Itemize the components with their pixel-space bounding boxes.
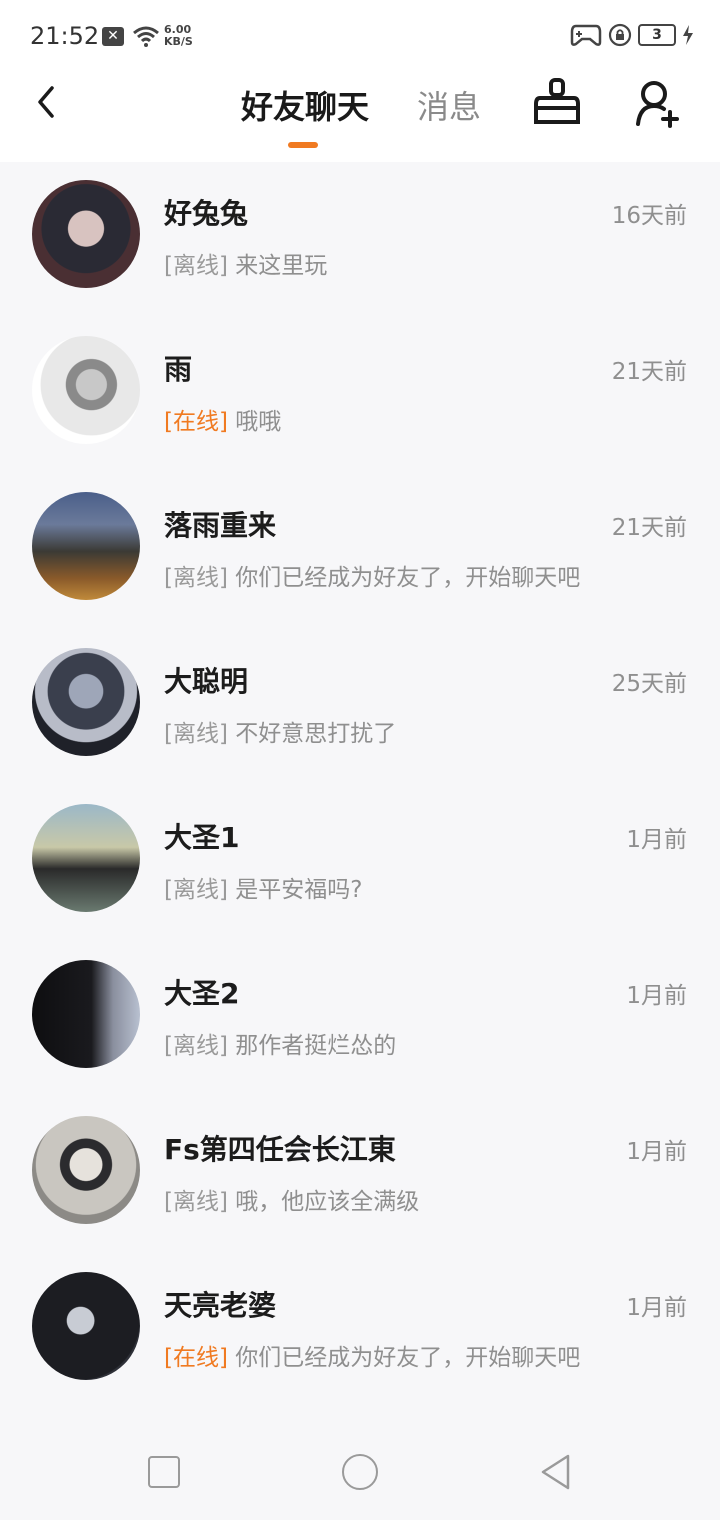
avatar[interactable]	[32, 336, 140, 444]
message-preview: [离线] 哦，他应该全满级	[164, 1182, 419, 1216]
last-message: 你们已经成为好友了，开始聊天吧	[235, 565, 581, 591]
top-navigation: 好友聊天 消息	[0, 72, 720, 162]
chat-list: 好兔兔 16天前 [离线] 来这里玩 雨 21天前 [在线] 哦哦 落雨重来 2…	[0, 162, 720, 1410]
message-preview: [离线] 是平安福吗?	[164, 870, 362, 904]
last-message-time: 16天前	[611, 203, 687, 229]
last-message-time: 21天前	[611, 515, 687, 541]
avatar[interactable]	[32, 804, 140, 912]
online-status: [在线]	[164, 409, 228, 435]
status-bar: 21:52 ✕ 6.00 KB/S 3	[0, 0, 720, 72]
net-speed: 6.00 KB/S	[164, 24, 193, 48]
last-message: 不好意思打扰了	[235, 721, 397, 747]
contact-name: 天亮老婆	[164, 1289, 277, 1322]
lock-rotation-icon	[608, 23, 632, 47]
recent-apps-icon[interactable]	[148, 1456, 180, 1488]
notification-x-icon: ✕	[102, 27, 124, 46]
online-status: [离线]	[164, 253, 228, 279]
last-message-time: 1月前	[626, 1295, 687, 1321]
chat-item[interactable]: 大圣2 1月前 [离线] 那作者挺烂怂的	[0, 942, 720, 1098]
online-status: [离线]	[164, 565, 228, 591]
avatar[interactable]	[32, 492, 140, 600]
last-message-time: 1月前	[626, 983, 687, 1009]
active-tab-indicator	[288, 142, 318, 148]
back-arrow-icon[interactable]	[28, 80, 68, 124]
message-preview: [离线] 那作者挺烂怂的	[164, 1026, 396, 1060]
last-message: 你们已经成为好友了，开始聊天吧	[235, 1345, 581, 1371]
contact-name: 大聪明	[164, 665, 249, 698]
online-status: [离线]	[164, 721, 228, 747]
contact-name: 大圣2	[164, 977, 240, 1010]
avatar[interactable]	[32, 1272, 140, 1380]
last-message: 来这里玩	[235, 253, 328, 279]
chat-item[interactable]: 大圣1 1月前 [离线] 是平安福吗?	[0, 786, 720, 942]
online-status: [离线]	[164, 1033, 228, 1059]
contact-name: 大圣1	[164, 821, 240, 854]
chat-item[interactable]: 天亮老婆 1月前 [在线] 你们已经成为好友了，开始聊天吧	[0, 1254, 720, 1410]
contact-name: 好兔兔	[164, 197, 249, 230]
chat-item[interactable]: 好兔兔 16天前 [离线] 来这里玩	[0, 162, 720, 318]
last-message-time: 1月前	[626, 1139, 687, 1165]
avatar[interactable]	[32, 648, 140, 756]
chat-item[interactable]: Fs第四任会长江東 1月前 [离线] 哦，他应该全满级	[0, 1098, 720, 1254]
gamepad-icon	[570, 24, 602, 46]
chat-item[interactable]: 落雨重来 21天前 [离线] 你们已经成为好友了，开始聊天吧	[0, 474, 720, 630]
last-message: 哦哦	[235, 409, 282, 435]
home-icon[interactable]	[342, 1454, 378, 1490]
status-time: 21:52	[30, 22, 100, 50]
wifi-icon	[133, 26, 159, 47]
message-preview: [离线] 你们已经成为好友了，开始聊天吧	[164, 558, 580, 592]
avatar[interactable]	[32, 1116, 140, 1224]
avatar[interactable]	[32, 180, 140, 288]
last-message: 那作者挺烂怂的	[235, 1033, 397, 1059]
contact-name: 雨	[164, 353, 193, 386]
online-status: [离线]	[164, 1189, 228, 1215]
tab-friend-chat[interactable]: 好友聊天	[241, 82, 369, 128]
contact-name: 落雨重来	[164, 509, 277, 542]
last-message: 是平安福吗?	[235, 877, 363, 903]
battery-indicator: 3	[638, 24, 676, 46]
message-preview: [离线] 不好意思打扰了	[164, 714, 396, 748]
charging-bolt-icon	[683, 25, 693, 45]
last-message-time: 21天前	[611, 359, 687, 385]
contact-name: Fs第四任会长江東	[164, 1133, 396, 1166]
message-preview: [离线] 来这里玩	[164, 246, 327, 280]
last-message-time: 25天前	[611, 671, 687, 697]
chat-item[interactable]: 雨 21天前 [在线] 哦哦	[0, 318, 720, 474]
last-message-time: 1月前	[626, 827, 687, 853]
avatar[interactable]	[32, 960, 140, 1068]
chat-item[interactable]: 大聪明 25天前 [离线] 不好意思打扰了	[0, 630, 720, 786]
add-friend-icon[interactable]	[632, 78, 682, 130]
net-speed-unit: KB/S	[164, 35, 193, 48]
system-navigation-bar	[0, 1426, 720, 1520]
message-preview: [在线] 哦哦	[164, 402, 281, 436]
status-right-icons: 3	[570, 22, 694, 48]
message-preview: [在线] 你们已经成为好友了，开始聊天吧	[164, 1338, 580, 1372]
online-status: [离线]	[164, 877, 228, 903]
online-status: [在线]	[164, 1345, 228, 1371]
broom-clean-icon[interactable]	[532, 74, 582, 130]
tab-messages[interactable]: 消息	[417, 82, 481, 128]
system-back-icon[interactable]	[538, 1452, 574, 1492]
last-message: 哦，他应该全满级	[235, 1189, 420, 1215]
